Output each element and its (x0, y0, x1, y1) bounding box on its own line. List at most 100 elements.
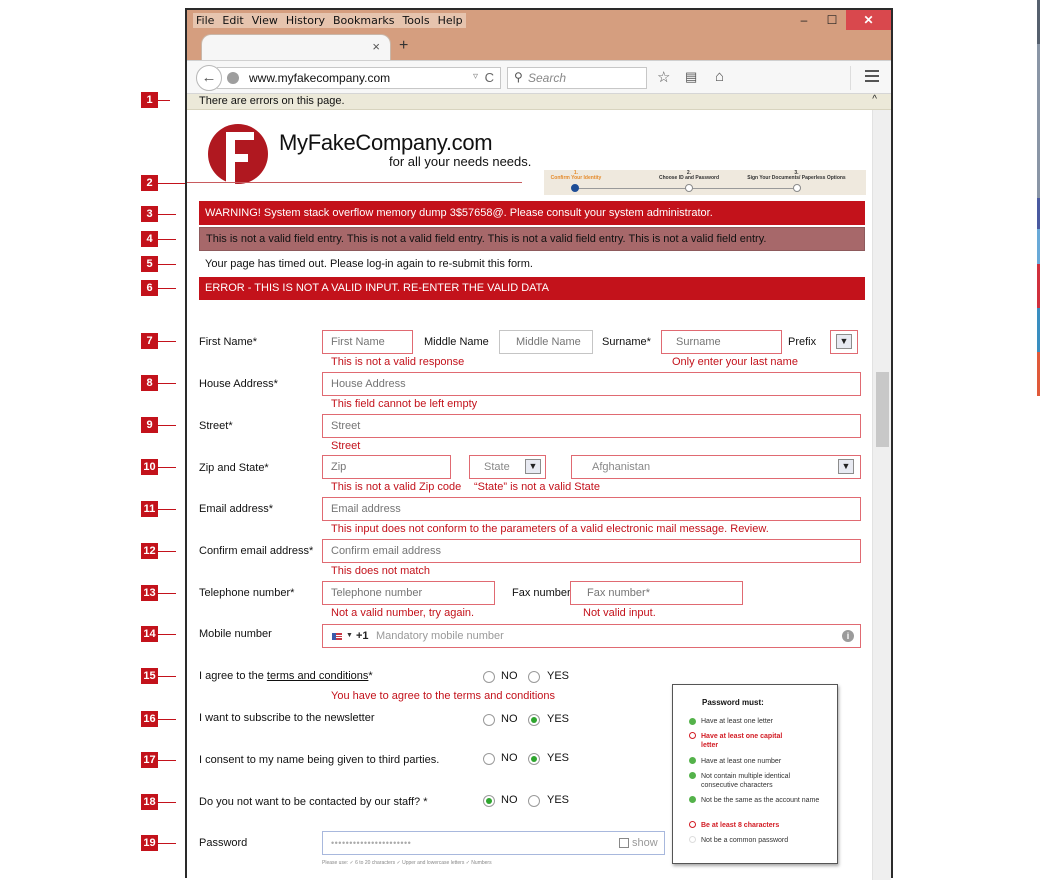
email-input[interactable] (322, 497, 861, 521)
country-select[interactable]: Afghanistan ▼ (571, 455, 861, 479)
url-text[interactable]: www.myfakecompany.com (249, 71, 390, 85)
prefix-select[interactable]: ▼ (830, 330, 858, 354)
navigation-toolbar: www.myfakecompany.com ▿ C ← ⚲ Search ☆ ▤… (187, 60, 891, 94)
annotation-leader (158, 264, 176, 265)
terms-no-radio[interactable] (483, 671, 495, 683)
no-contact-yes-label: YES (547, 794, 570, 806)
rule-pass-icon (689, 796, 696, 803)
chevron-up-icon[interactable]: ^ (872, 94, 877, 105)
third-parties-no-label: NO (501, 752, 518, 764)
rule-pass-icon (689, 772, 696, 779)
middle-name-input[interactable] (499, 330, 593, 354)
surname-error: Only enter your last name (672, 356, 798, 368)
surname-label: Surname* (602, 336, 651, 348)
newsletter-label: I want to subscribe to the newsletter (199, 712, 375, 724)
annotation-marker-3: 3 (141, 206, 158, 222)
url-dropdown-icon[interactable]: ▿ (473, 71, 478, 82)
annotation-leader (158, 341, 176, 342)
surname-input[interactable] (661, 330, 782, 354)
house-address-input[interactable] (322, 372, 861, 396)
annotation-leader (158, 467, 176, 468)
menu-bar: File Edit View History Bookmarks Tools H… (193, 13, 466, 28)
annotation-marker-8: 8 (141, 375, 158, 391)
mobile-input[interactable]: ▼ +1 Mandatory mobile number i (322, 624, 861, 648)
show-password-checkbox[interactable] (619, 838, 629, 848)
close-tab-icon[interactable]: × (372, 39, 380, 54)
menu-view[interactable]: View (252, 14, 278, 27)
mobile-placeholder: Mandatory mobile number (376, 630, 504, 642)
home-icon[interactable]: ⌂ (715, 68, 724, 85)
new-tab-button[interactable]: + (399, 37, 408, 55)
menu-history[interactable]: History (286, 14, 325, 27)
step-3: 3. Sign Your Documents/ Paperless Options (747, 170, 846, 181)
bookmark-star-icon[interactable]: ☆ (657, 68, 670, 86)
search-placeholder: Search (528, 71, 567, 85)
password-input[interactable]: •••••••••••••••••••••• show (322, 831, 665, 855)
state-select[interactable]: State ▼ (469, 455, 546, 479)
maximize-button[interactable]: ☐ (818, 10, 846, 30)
menu-tools[interactable]: Tools (402, 14, 429, 27)
first-name-input[interactable] (322, 330, 413, 354)
annotation-leader (158, 634, 176, 635)
prefix-label: Prefix (788, 336, 817, 348)
minimize-button[interactable]: – (790, 10, 818, 30)
browser-tab[interactable]: × (201, 34, 391, 60)
annotation-marker-10: 10 (141, 459, 158, 475)
annotation-leader (158, 760, 176, 761)
rule-neutral-icon (689, 836, 696, 843)
hamburger-menu-icon[interactable] (865, 70, 879, 82)
fax-label: Fax number* (512, 587, 575, 599)
menu-help[interactable]: Help (438, 14, 463, 27)
browser-window: File Edit View History Bookmarks Tools H… (185, 8, 893, 880)
email-label: Email address* (199, 503, 273, 515)
no-contact-label: Do you not want to be contacted by our s… (199, 796, 428, 808)
info-icon[interactable]: i (842, 630, 854, 642)
reload-icon[interactable]: C (485, 70, 494, 85)
no-contact-yes-radio[interactable] (528, 795, 540, 807)
rule-fail-icon (689, 732, 696, 739)
country-dropdown-icon[interactable]: ▼ (346, 625, 353, 647)
country-select-value: Afghanistan (592, 461, 651, 473)
third-parties-no-radio[interactable] (483, 753, 495, 765)
third-parties-yes-radio[interactable] (528, 753, 540, 765)
telephone-input[interactable] (322, 581, 495, 605)
search-box[interactable]: ⚲ Search (507, 67, 647, 89)
back-button[interactable]: ← (196, 65, 222, 91)
mobile-label: Mobile number (199, 628, 272, 640)
search-icon: ⚲ (514, 70, 523, 84)
newsletter-yes-radio[interactable] (528, 714, 540, 726)
street-input[interactable] (322, 414, 861, 438)
newsletter-no-radio[interactable] (483, 714, 495, 726)
brand-tagline: for all your needs needs. (389, 154, 532, 169)
confirm-email-label: Confirm email address* (199, 545, 314, 557)
fax-input[interactable] (570, 581, 743, 605)
reader-clipboard-icon[interactable]: ▤ (685, 69, 697, 85)
show-password-label[interactable]: show (632, 832, 658, 854)
rule-pass-icon (689, 757, 696, 764)
password-rules-title: Password must: (702, 698, 764, 707)
close-window-button[interactable]: ✕ (846, 10, 891, 30)
annotation-marker-14: 14 (141, 626, 158, 642)
password-rule: Have at least one letter (701, 718, 773, 725)
email-error: This input does not conform to the param… (331, 523, 769, 535)
page-scrollbar[interactable] (872, 110, 891, 880)
menu-bookmarks[interactable]: Bookmarks (333, 14, 394, 27)
terms-link[interactable]: terms and conditions (267, 670, 369, 682)
annotation-marker-1: 1 (141, 92, 158, 108)
menu-file[interactable]: File (196, 14, 214, 27)
brand-name: MyFakeCompany.com (279, 130, 493, 155)
scrollbar-thumb[interactable] (876, 372, 889, 447)
password-label: Password (199, 837, 248, 849)
url-bar[interactable]: www.myfakecompany.com ▿ C (217, 67, 501, 89)
zip-input[interactable] (322, 455, 451, 479)
us-flag-icon[interactable] (332, 633, 342, 640)
timeout-message: Your page has timed out. Please log-in a… (205, 258, 533, 270)
window-controls: – ☐ ✕ (790, 10, 891, 30)
password-rule: Have at least one capital letter (701, 733, 783, 749)
terms-yes-radio[interactable] (528, 671, 540, 683)
annotation-leader (158, 551, 176, 552)
menu-edit[interactable]: Edit (222, 14, 243, 27)
annotation-leader (158, 100, 170, 101)
no-contact-no-radio[interactable] (483, 795, 495, 807)
confirm-email-input[interactable] (322, 539, 861, 563)
